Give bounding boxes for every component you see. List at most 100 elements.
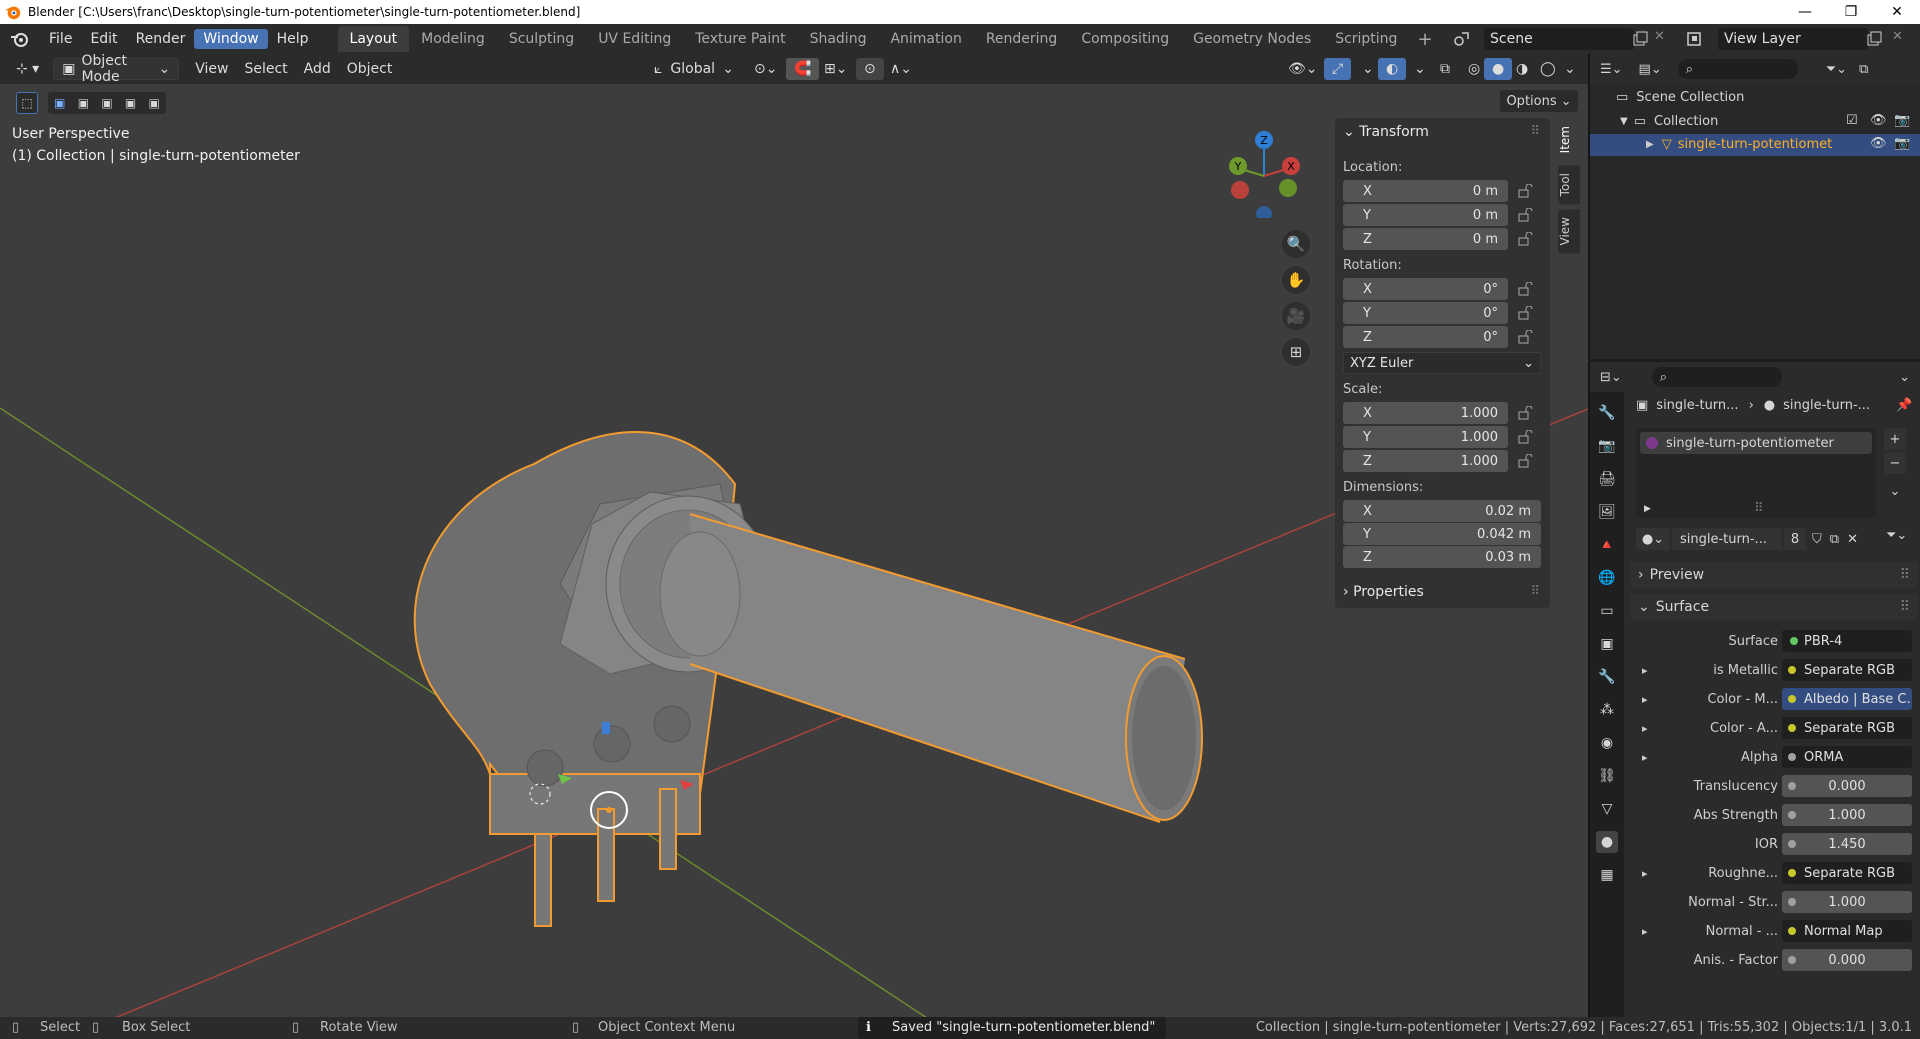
lock-icon[interactable] [1517, 306, 1533, 320]
zoom-icon[interactable]: 🔍 [1282, 230, 1310, 258]
slot-specials-button[interactable]: ⌄ [1884, 480, 1906, 502]
lock-icon[interactable] [1517, 454, 1533, 468]
select-subtract-icon[interactable]: ▣ [101, 96, 112, 110]
node-link-icon[interactable]: ⏷⌄ [1886, 528, 1907, 543]
menu-object[interactable]: Object [339, 58, 401, 80]
overlays-menu-icon[interactable]: ⌄ [1406, 58, 1434, 80]
modifier-tab-icon[interactable]: 🔧 [1596, 666, 1618, 688]
chevron-right-icon[interactable]: ▸ [1642, 867, 1648, 880]
lock-icon[interactable] [1517, 330, 1533, 344]
outliner-search-input[interactable]: ⌕ [1677, 59, 1798, 79]
properties-search-input[interactable]: ⌕ [1651, 367, 1782, 387]
ortho-toggle-icon[interactable]: ⊞ [1282, 338, 1310, 366]
editor-type-button[interactable]: ⊹ ▾ [8, 58, 47, 80]
scene-tab-icon[interactable]: 🔺 [1596, 534, 1618, 556]
properties-subpanel-header[interactable]: › Properties [1343, 584, 1424, 600]
blender-menu-icon[interactable] [10, 29, 30, 49]
tab-view[interactable]: View [1558, 208, 1580, 254]
rotation-y-field[interactable]: Y 0° [1343, 302, 1508, 324]
camera-render-icon[interactable]: 📷 [1894, 136, 1910, 151]
minimize-button[interactable]: — [1782, 0, 1828, 24]
display-mode-icon[interactable]: ▤⌄ [1639, 62, 1662, 77]
collection-row[interactable]: ▼ ▭ Collection [1620, 114, 1718, 129]
lock-icon[interactable] [1517, 282, 1533, 296]
editor-type-icon[interactable]: ☰⌄ [1600, 62, 1623, 77]
texture-tab-icon[interactable]: ▦ [1596, 864, 1618, 886]
material-slot-row[interactable]: single-turn-potentiometer [1640, 432, 1872, 454]
lock-icon[interactable] [1517, 232, 1533, 246]
chevron-right-icon[interactable]: ▸ [1642, 722, 1648, 735]
pan-hand-icon[interactable]: ✋ [1282, 266, 1310, 294]
snap-target-icon[interactable]: ⊞⌄ [816, 58, 855, 80]
scale-z-field[interactable]: Z 1.000 [1343, 450, 1508, 472]
user-count-badge[interactable]: 8 [1784, 528, 1806, 550]
eye-icon[interactable]: 👁 [1870, 113, 1887, 128]
add-slot-button[interactable]: + [1884, 428, 1906, 450]
surface-input-field[interactable]: 1.450 [1782, 833, 1912, 855]
physics-tab-icon[interactable]: ◉ [1596, 732, 1618, 754]
tab-texture-paint[interactable]: Texture Paint [683, 26, 797, 52]
chevron-right-icon[interactable]: ▸ [1642, 664, 1648, 677]
visibility-icon[interactable]: 👁⌄ [1280, 58, 1326, 80]
tab-geometry-nodes[interactable]: Geometry Nodes [1181, 26, 1323, 52]
rotation-mode-selector[interactable]: XYZ Euler ⌄ [1343, 352, 1541, 374]
camera-render-icon[interactable]: 📷 [1894, 113, 1910, 128]
tab-tool[interactable]: Tool [1558, 165, 1580, 205]
drag-handle-icon[interactable]: ⠿ [1530, 124, 1540, 139]
exclude-checkbox-icon[interactable]: ☑ [1846, 113, 1858, 128]
add-workspace-button[interactable]: + [1409, 27, 1440, 52]
tab-scripting[interactable]: Scripting [1323, 26, 1409, 52]
surface-input-field[interactable]: 1.000 [1782, 891, 1912, 913]
tab-layout[interactable]: Layout [337, 26, 410, 52]
tab-shading[interactable]: Shading [798, 26, 879, 52]
resize-handle-icon[interactable]: ⠿ [1754, 501, 1764, 516]
editor-type-icon[interactable]: ⊟⌄ [1600, 370, 1622, 385]
particles-tab-icon[interactable]: ⁂ [1596, 699, 1618, 721]
transform-orientation-selector[interactable]: ⟀ Global ⌄ [646, 58, 742, 80]
menu-help[interactable]: Help [268, 29, 318, 49]
falloff-icon[interactable]: ∧⌄ [882, 58, 920, 80]
view-layer-tab-icon[interactable]: 🖼 [1596, 501, 1618, 523]
data-tab-icon[interactable]: ▽ [1596, 798, 1618, 820]
lock-icon[interactable] [1517, 406, 1533, 420]
tab-rendering[interactable]: Rendering [974, 26, 1070, 52]
unlink-material-icon[interactable]: ✕ [1847, 532, 1858, 547]
rotation-z-field[interactable]: Z 0° [1343, 326, 1508, 348]
lock-icon[interactable] [1517, 430, 1533, 444]
shading-menu-icon[interactable]: ⌄ [1556, 58, 1584, 80]
chevron-right-icon[interactable]: ▸ [1642, 751, 1648, 764]
chevron-right-icon[interactable]: ▶ [1644, 504, 1651, 514]
chevron-right-icon[interactable]: ▸ [1642, 693, 1648, 706]
surface-input-field[interactable]: Albedo | Base C... [1782, 688, 1912, 710]
new-view-layer-icon[interactable] [1866, 31, 1882, 47]
gizmo-toggle-icon[interactable]: ⤢ [1324, 58, 1352, 80]
location-z-field[interactable]: Z0 m [1343, 228, 1508, 250]
scene-collection-row[interactable]: ▭ Scene Collection [1616, 90, 1744, 105]
xray-toggle-icon[interactable]: ⧉ [1432, 58, 1458, 80]
surface-shader-field[interactable]: PBR-4 [1782, 630, 1912, 652]
camera-view-icon[interactable]: 🎥 [1282, 302, 1310, 330]
filter-icon[interactable]: ⏷⌄ [1826, 62, 1847, 77]
options-dropdown[interactable]: Options ⌄ [1500, 90, 1578, 112]
tool-tab-icon[interactable]: 🔧 [1596, 402, 1618, 424]
select-tool-icon[interactable]: ⬚ [16, 92, 38, 114]
menu-select[interactable]: Select [236, 58, 295, 80]
location-y-field[interactable]: Y0 m [1343, 204, 1508, 226]
location-x-field[interactable]: X0 m [1343, 180, 1508, 202]
dimensions-x-field[interactable]: X 0.02 m [1343, 500, 1541, 522]
surface-input-field[interactable]: Separate RGB [1782, 659, 1912, 681]
menu-edit[interactable]: Edit [81, 29, 126, 49]
snap-toggle-icon[interactable]: 🧲 [786, 58, 820, 80]
fake-user-icon[interactable]: ⛉ [1812, 532, 1822, 547]
duplicate-material-icon[interactable]: ⧉ [1830, 532, 1839, 547]
tab-sculpting[interactable]: Sculpting [497, 26, 586, 52]
menu-file[interactable]: File [40, 29, 81, 49]
tab-animation[interactable]: Animation [878, 26, 973, 52]
surface-input-field[interactable]: 0.000 [1782, 775, 1912, 797]
constraints-tab-icon[interactable]: ⛓ [1596, 765, 1618, 787]
lock-icon[interactable] [1517, 184, 1533, 198]
drag-handle-icon[interactable]: ⠿ [1900, 599, 1910, 615]
scale-y-field[interactable]: Y 1.000 [1343, 426, 1508, 448]
select-new-icon[interactable]: ▣ [54, 96, 65, 110]
view-layer-selector[interactable]: View Layer [1718, 28, 1868, 50]
